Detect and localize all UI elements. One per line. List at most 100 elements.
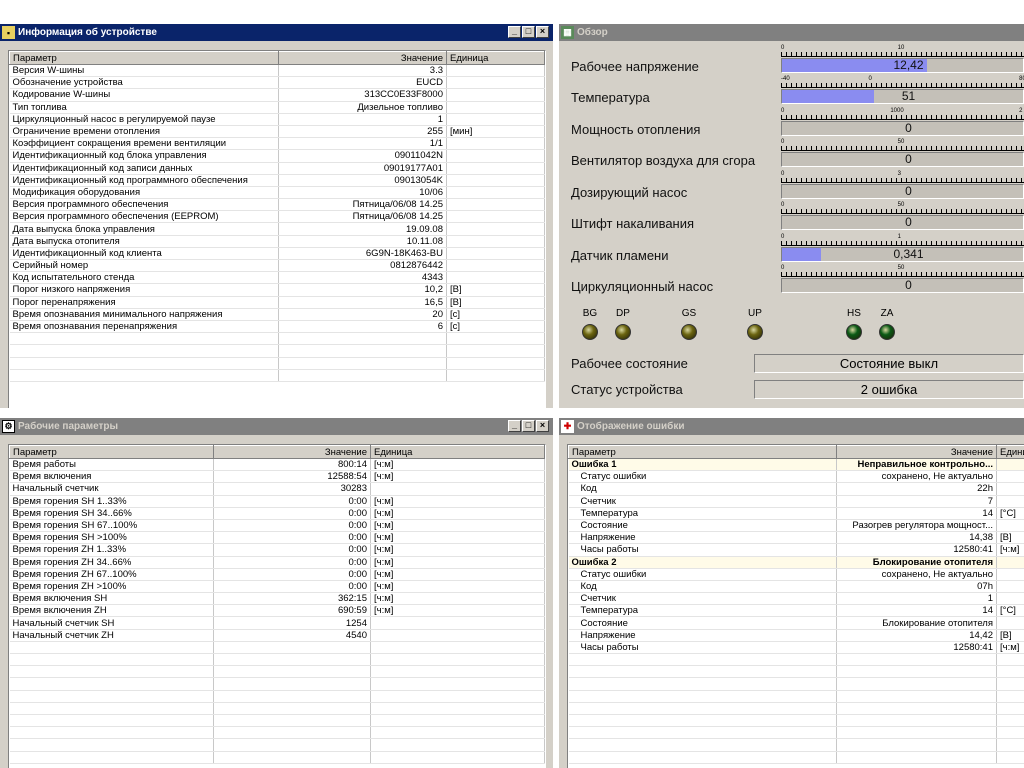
table-row[interactable]: Идентификационный код программного обесп… — [9, 174, 545, 187]
column-header-unit[interactable]: Единица — [446, 51, 545, 65]
table-row[interactable]: Счетчик 1 — [568, 592, 1024, 606]
table-row[interactable]: Идентификационный код клиента 6G9N-18K463… — [9, 247, 545, 261]
table-row[interactable]: Время горения ZH 34..66% 0:00 [ч:м] — [9, 556, 545, 569]
device-info-titlebar[interactable]: ▪ Информация об устройстве _ □ × — [0, 24, 553, 41]
status-led — [879, 324, 895, 340]
table-row[interactable]: Время включения SH 362:15 [ч:м] — [9, 592, 545, 606]
column-header-value[interactable]: Значение — [836, 445, 997, 459]
cell-unit — [446, 64, 545, 78]
scale-baseline — [781, 245, 1024, 246]
gauge-label: Циркуляционный насос — [571, 279, 714, 294]
table-row[interactable]: Дата выпуска блока управления 19.09.08 — [9, 222, 545, 236]
work-params-grid[interactable]: Параметр Значение Единица Время работы 80… — [8, 444, 546, 768]
table-row[interactable]: Кодирование W-шины 313CC0E33F8000 — [9, 88, 545, 102]
table-row[interactable]: Время работы 800:14 [ч:м] — [9, 458, 545, 472]
column-header-parameter[interactable]: Параметр — [9, 51, 279, 65]
maximize-button[interactable]: □ — [522, 26, 535, 38]
empty-row — [568, 714, 1024, 728]
table-row[interactable]: Идентификационный код блока управления 09… — [9, 149, 545, 163]
column-header-parameter[interactable]: Параметр — [568, 445, 837, 459]
table-row[interactable]: Время горения SH 1..33% 0:00 [ч:м] — [9, 495, 545, 508]
column-header-parameter[interactable]: Параметр — [9, 445, 214, 459]
error-group-row[interactable]: Ошибка 2 Блокирование отопителя — [568, 556, 1024, 569]
work-params-window: ⚙ Рабочие параметры _ □ × Параметр Значе… — [0, 418, 553, 768]
table-row[interactable]: Состояние Разогрев регулятора мощност... — [568, 519, 1024, 533]
table-row[interactable]: Напряжение 14,42 [В] — [568, 629, 1024, 642]
table-row[interactable]: Идентификационный код записи данных 09019… — [9, 162, 545, 175]
gauge-bar: 0 — [781, 184, 1024, 199]
table-row[interactable]: Начальный счетчик 30283 — [9, 482, 545, 496]
table-row[interactable]: Тип топлива Дизельное топливо — [9, 101, 545, 114]
empty-row — [568, 677, 1024, 691]
empty-cell — [996, 690, 1024, 703]
table-row[interactable]: Порог перенапряжения 16,5 [В] — [9, 296, 545, 309]
table-row[interactable]: Версия программного обеспечения Пятница/0… — [9, 198, 545, 212]
empty-row — [568, 726, 1024, 740]
table-row[interactable]: Ограничение времени отопления 255 [мин] — [9, 125, 545, 139]
table-row[interactable]: Температура 14 [°C] — [568, 604, 1024, 618]
column-header-value[interactable]: Значение — [213, 445, 371, 459]
table-row[interactable]: Время горения ZH 1..33% 0:00 [ч:м] — [9, 543, 545, 557]
close-button[interactable]: × — [536, 26, 549, 38]
table-row[interactable]: Часы работы 12580:41 [ч:м] — [568, 641, 1024, 655]
table-row[interactable]: Время горения SH >100% 0:00 [ч:м] — [9, 531, 545, 545]
table-row[interactable]: Начальный счетчик ZH 4540 — [9, 629, 545, 642]
table-row[interactable]: Версия W-шины 3.3 — [9, 64, 545, 78]
table-row[interactable]: Время горения SH 34..66% 0:00 [ч:м] — [9, 507, 545, 520]
table-row[interactable]: Температура 14 [°C] — [568, 507, 1024, 520]
table-row[interactable]: Модификация оборудования 10/06 — [9, 186, 545, 200]
overview-titlebar[interactable]: ▦ Обзор — [559, 24, 1024, 41]
close-button[interactable]: × — [536, 420, 549, 432]
empty-row — [9, 738, 545, 752]
table-row[interactable]: Дата выпуска отопителя 10.11.08 — [9, 235, 545, 248]
cell-value: Пятница/06/08 14.25 — [278, 210, 447, 224]
cell-parameter: Время горения SH 34..66% — [9, 507, 214, 520]
table-row[interactable]: Серийный номер 0812876442 — [9, 259, 545, 273]
table-row[interactable]: Код 07h — [568, 580, 1024, 594]
error-group-row[interactable]: Ошибка 1 Неправильное контрольно... — [568, 458, 1024, 472]
table-row[interactable]: Коэффициент сокращения времени вентиляци… — [9, 137, 545, 151]
work-params-titlebar[interactable]: ⚙ Рабочие параметры _ □ × — [0, 418, 553, 435]
errors-grid[interactable]: Параметр Значение Едини Ошибка 1Неправил… — [567, 444, 1024, 768]
table-row[interactable]: Начальный счетчик SH 1254 — [9, 616, 545, 630]
table-row[interactable]: Обозначение устройства EUCD — [9, 76, 545, 90]
column-header-value[interactable]: Значение — [278, 51, 447, 65]
column-header-unit[interactable]: Единица — [370, 445, 545, 459]
table-row[interactable]: Время горения SH 67..100% 0:00 [ч:м] — [9, 519, 545, 533]
cell-value: 19.09.08 — [278, 222, 447, 236]
cell-parameter: Циркуляционный насос в регулируемой пауз… — [9, 113, 279, 126]
table-row[interactable]: Время опознавания минимального напряжени… — [9, 308, 545, 321]
minimize-button[interactable]: _ — [508, 26, 521, 38]
gauge-scale: 0 50 — [781, 139, 1024, 151]
table-row[interactable]: Время опознавания перенапряжения 6 [с] — [9, 320, 545, 334]
empty-row — [9, 369, 545, 382]
table-row[interactable]: Статус ошибки сохранено, Не актуально — [568, 568, 1024, 581]
device-info-grid[interactable]: Параметр Значение Единица Версия W-шины 3… — [8, 50, 546, 408]
minimize-button[interactable]: _ — [508, 420, 521, 432]
empty-row — [9, 702, 545, 715]
table-row[interactable]: Часы работы 12580:41 [ч:м] — [568, 543, 1024, 557]
table-row[interactable]: Время горения ZH >100% 0:00 [ч:м] — [9, 580, 545, 594]
table-row[interactable]: Время включения ZH 690:59 [ч:м] — [9, 604, 545, 618]
table-row[interactable]: Статус ошибки сохранено, Не актуально — [568, 470, 1024, 484]
table-row[interactable]: Код 22h — [568, 482, 1024, 496]
table-row[interactable]: Код испытательного стенда 4343 — [9, 271, 545, 285]
column-header-unit[interactable]: Едини — [996, 445, 1024, 459]
table-row[interactable]: Циркуляционный насос в регулируемой пауз… — [9, 113, 545, 126]
table-row[interactable]: Состояние Блокирование отопителя — [568, 616, 1024, 630]
empty-row — [9, 751, 545, 764]
table-row[interactable]: Напряжение 14,38 [В] — [568, 531, 1024, 545]
cell-parameter: Код испытательного стенда — [9, 271, 279, 285]
table-row[interactable]: Счетчик 7 — [568, 495, 1024, 508]
errors-titlebar[interactable]: ✚ Отображение ошибки — [559, 418, 1024, 435]
gauge-label: Датчик пламени — [571, 248, 669, 263]
cell-value: 0:00 — [213, 580, 371, 594]
table-row[interactable]: Время горения ZH 67..100% 0:00 [ч:м] — [9, 568, 545, 581]
cell-value: Дизельное топливо — [278, 101, 447, 114]
table-row[interactable]: Версия программного обеспечения (EEPROM)… — [9, 210, 545, 224]
maximize-button[interactable]: □ — [522, 420, 535, 432]
empty-cell — [213, 690, 371, 703]
table-row[interactable]: Порог низкого напряжения 10,2 [В] — [9, 283, 545, 297]
scale-baseline — [781, 87, 1024, 88]
table-row[interactable]: Время включения 12588:54 [ч:м] — [9, 470, 545, 484]
